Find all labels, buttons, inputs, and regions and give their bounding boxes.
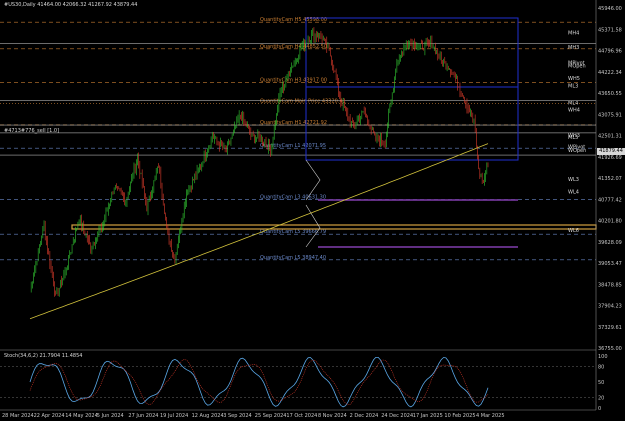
time-tick: 22 Apr 2024 [34, 413, 65, 419]
time-tick: 3 Sep 2024 [223, 413, 252, 419]
level-label: QuantityCam L5 39666.79 [260, 229, 326, 235]
level-tag: WH5 [568, 76, 580, 82]
time-tick: 24 Dec 2024 [381, 413, 413, 419]
price-tick: 42501.31 [598, 134, 622, 140]
time-tick: 17 Oct 2024 [286, 413, 317, 419]
chart-canvas[interactable]: QuantityCam H5 45598.00QuantityCam H4 44… [0, 0, 625, 421]
time-tick: 2 Dec 2024 [350, 413, 379, 419]
price-tick: 39628.09 [598, 240, 622, 246]
time-tick: 17 Jan 2025 [413, 413, 443, 419]
price-tick: 43075.91 [598, 112, 622, 118]
price-tick: 44796.96 [598, 49, 622, 55]
time-tick: 19 Jul 2024 [160, 413, 188, 419]
price-tick: 38478.85 [598, 282, 622, 288]
price-tick: 41352.07 [598, 176, 622, 182]
level-label: QuantityCam Main Price 43320.41 [260, 99, 346, 105]
time-tick: 5 Jun 2024 [97, 413, 124, 419]
chart-background [0, 0, 625, 421]
level-tag: WOpen [568, 148, 586, 154]
price-tick: 39053.47 [598, 261, 622, 267]
stoch-tick: 50 [598, 380, 604, 386]
stoch-tick: 0 [598, 406, 601, 412]
level-label: QuantityCam L3 40631.30 [260, 195, 326, 201]
price-tick: 45946.00 [598, 6, 622, 12]
level-tag: MOpen [568, 64, 586, 70]
current-price-tag: 41879.44 [597, 148, 625, 155]
chart-title: #US30,Daily 41464.00 42066.32 41267.92 4… [4, 2, 138, 8]
time-tick: 4 Mar 2025 [476, 413, 505, 419]
stoch-tick: 100 [598, 354, 608, 360]
time-tick: 8 Nov 2024 [318, 413, 347, 419]
time-tick: 25 Sep 2024 [255, 413, 287, 419]
time-tick: 27 Jun 2024 [128, 413, 158, 419]
level-tag: WL4 [568, 190, 579, 196]
time-tick: 14 May 2024 [65, 413, 98, 419]
sell-line-label: #4713#776_sell [1.0] [4, 128, 59, 134]
price-tick: 36755.00 [598, 346, 622, 352]
level-tag: MH3 [568, 45, 579, 51]
level-tag: WL3 [568, 177, 579, 183]
price-tick: 44222.34 [598, 70, 622, 76]
level-label: QuantityCam H4 44852.50 [260, 44, 327, 50]
time-tick: 12 Aug 2024 [192, 413, 224, 419]
price-tick: 41926.69 [598, 155, 622, 161]
level-tag: ML4 [568, 100, 578, 106]
stochastic-title: Stoch(34,6,2) 21.7904 11.4854 [4, 353, 83, 359]
stoch-tick: 20 [598, 396, 604, 402]
price-tick: 37904.23 [598, 304, 622, 310]
time-tick: 10 Feb 2025 [444, 413, 475, 419]
level-tag: ML3 [568, 84, 578, 90]
price-tick: 43650.55 [598, 91, 622, 97]
level-label: QuantityCam L1 42071.95 [260, 143, 326, 149]
price-tick: 37329.61 [598, 325, 622, 331]
level-label: QuantityCam L5 38947.40 [260, 255, 326, 261]
level-tag: WH4 [568, 107, 580, 113]
time-tick: 28 Mar 2024 [2, 413, 34, 419]
level-label: QuantityCam H3 43917.00 [260, 77, 327, 83]
level-tag: MH4 [568, 31, 579, 37]
price-tick: 45371.58 [598, 27, 622, 33]
price-tick: 40201.80 [598, 219, 622, 225]
level-tag: ML5 [568, 135, 578, 141]
price-tick: 40777.42 [598, 197, 622, 203]
stoch-tick: 80 [598, 364, 604, 370]
level-tag: WL6 [568, 228, 579, 234]
